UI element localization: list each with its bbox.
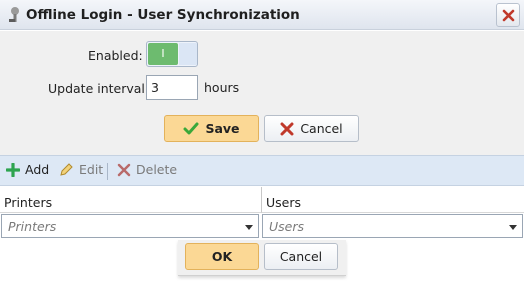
cancel-button-label: Cancel bbox=[300, 121, 343, 136]
printers-filter-placeholder: Printers bbox=[8, 219, 57, 234]
update-interval-label: Update interval: bbox=[48, 81, 150, 96]
plus-icon bbox=[6, 162, 20, 177]
add-button[interactable]: Add bbox=[6, 162, 49, 177]
delete-button[interactable]: Delete bbox=[117, 162, 177, 177]
add-button-label: Add bbox=[25, 162, 50, 177]
grid-toolbar: Add Edit Delete bbox=[0, 155, 524, 186]
footer-cancel-button-label: Cancel bbox=[279, 249, 323, 264]
title-bar: Offline Login - User Synchronization bbox=[0, 0, 524, 30]
column-header-users[interactable]: Users bbox=[262, 187, 524, 213]
update-interval-input[interactable] bbox=[146, 75, 198, 100]
chevron-down-icon bbox=[509, 225, 517, 230]
close-icon bbox=[502, 9, 515, 22]
cancel-x-icon bbox=[280, 122, 294, 135]
cancel-button[interactable]: Cancel bbox=[264, 115, 359, 142]
footer-cancel-button[interactable]: Cancel bbox=[264, 243, 338, 270]
save-button[interactable]: Save bbox=[164, 115, 259, 142]
column-header-printers[interactable]: Printers bbox=[0, 187, 262, 213]
grid-header: Printers Users bbox=[0, 187, 524, 213]
toggle-on-indicator: I bbox=[148, 43, 178, 65]
ok-button-label: OK bbox=[211, 249, 233, 264]
delete-x-icon bbox=[117, 163, 131, 176]
toggle-off-area bbox=[179, 43, 197, 65]
close-button[interactable] bbox=[496, 3, 520, 27]
checkmark-icon bbox=[183, 122, 199, 134]
users-filter-placeholder: Users bbox=[269, 219, 305, 234]
edit-button[interactable]: Edit bbox=[59, 162, 103, 177]
toolbar-separator bbox=[107, 163, 108, 180]
delete-button-label: Delete bbox=[136, 162, 178, 177]
printers-filter-dropdown[interactable]: Printers bbox=[1, 214, 259, 238]
users-filter-dropdown[interactable]: Users bbox=[262, 214, 523, 238]
enabled-label: Enabled: bbox=[88, 48, 143, 63]
enabled-toggle[interactable]: I bbox=[146, 41, 198, 67]
chevron-down-icon bbox=[245, 225, 253, 230]
edit-button-label: Edit bbox=[79, 162, 104, 177]
save-button-label: Save bbox=[205, 121, 240, 136]
user-key-icon bbox=[6, 6, 22, 24]
window-title: Offline Login - User Synchronization bbox=[26, 7, 300, 23]
ok-button[interactable]: OK bbox=[185, 243, 259, 270]
filter-row: Printers Users bbox=[0, 213, 524, 239]
pencil-icon bbox=[60, 163, 73, 176]
interval-unit-label: hours bbox=[204, 80, 240, 95]
